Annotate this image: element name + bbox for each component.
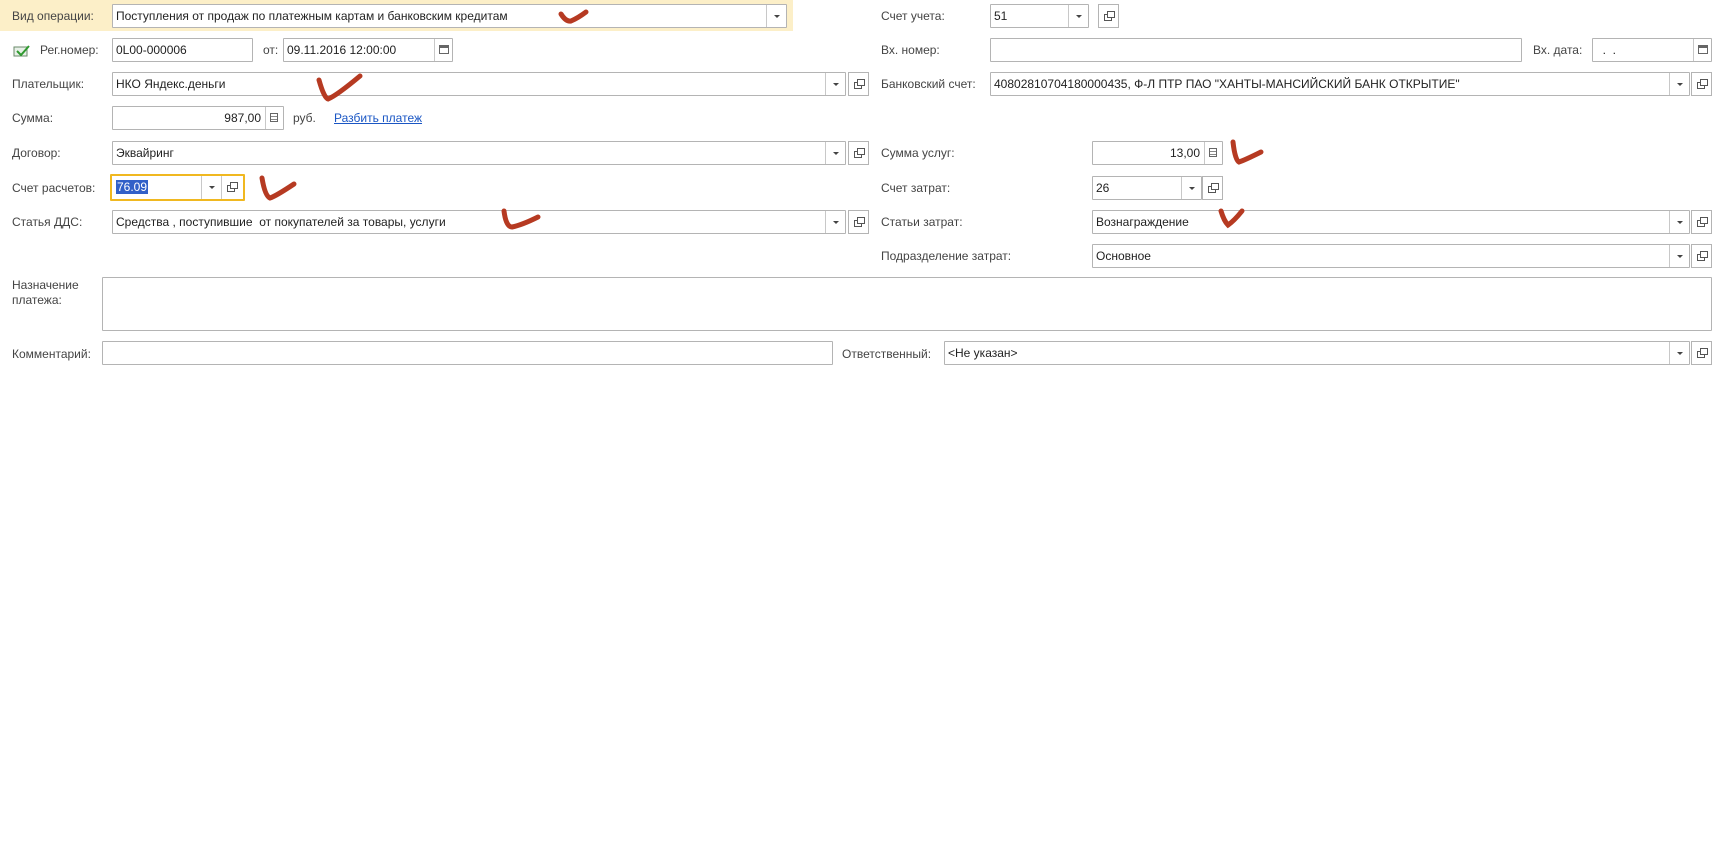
purpose-textarea[interactable]: [102, 277, 1712, 331]
division-value: Основное: [1096, 249, 1151, 263]
cost-items-open-button[interactable]: [1691, 210, 1712, 234]
sum-label: Сумма:: [12, 111, 54, 125]
cost-items-select[interactable]: Вознаграждение: [1092, 210, 1690, 234]
chevron-down-icon[interactable]: [1669, 245, 1689, 267]
in-date-value: . .: [1596, 43, 1630, 57]
responsible-label: Ответственный:: [842, 347, 932, 361]
calculator-icon[interactable]: [265, 107, 283, 129]
dds-select[interactable]: Средства , поступившие от покупателей за…: [112, 210, 846, 234]
services-sum-value: 13,00: [1169, 146, 1200, 160]
dds-open-button[interactable]: [848, 210, 869, 234]
sum-value: 987,00: [224, 111, 261, 125]
operation-type-value: Поступления от продаж по платежным карта…: [116, 9, 508, 23]
cost-items-label: Статьи затрат:: [881, 215, 963, 229]
settlement-open-button[interactable]: [221, 176, 243, 199]
chevron-down-icon[interactable]: [1068, 5, 1088, 27]
calendar-icon[interactable]: [1693, 39, 1711, 61]
payer-value: НКО Яндекс.деньги: [116, 77, 226, 91]
annotation-check-icon: [501, 208, 541, 230]
settlement-account-label: Счет расчетов:: [12, 181, 96, 195]
chevron-down-icon[interactable]: [201, 176, 221, 199]
annotation-check-icon: [1230, 139, 1264, 165]
date-field[interactable]: 09.11.2016 12:00:00: [283, 38, 453, 62]
division-open-button[interactable]: [1691, 244, 1712, 268]
contract-label: Договор:: [12, 146, 61, 160]
cost-account-label: Счет затрат:: [881, 181, 951, 195]
sum-field[interactable]: 987,00: [112, 106, 284, 130]
account-label: Счет учета:: [881, 9, 945, 23]
account-open-button[interactable]: [1098, 4, 1119, 28]
contract-select[interactable]: Эквайринг: [112, 141, 846, 165]
responsible-select[interactable]: <Не указан>: [944, 341, 1690, 365]
in-date-label: Вх. дата:: [1533, 43, 1583, 57]
services-sum-label: Сумма услуг:: [881, 146, 955, 160]
account-value: 51: [994, 9, 1008, 23]
reg-number-value: 0L00-000006: [116, 43, 187, 57]
payer-label: Плательщик:: [12, 77, 85, 91]
calendar-icon[interactable]: [434, 39, 452, 61]
settlement-account-value: 76.09: [116, 180, 149, 194]
division-select[interactable]: Основное: [1092, 244, 1690, 268]
date-value: 09.11.2016 12:00:00: [287, 43, 397, 57]
posted-check-icon: [13, 45, 30, 57]
currency-label: руб.: [293, 111, 316, 125]
split-payment-link[interactable]: Разбить платеж: [334, 111, 422, 125]
bank-account-select[interactable]: 40802810704180000435, Ф-Л ПТР ПАО "ХАНТЫ…: [990, 72, 1690, 96]
operation-type-select[interactable]: Поступления от продаж по платежным карта…: [112, 4, 787, 28]
cost-account-open-button[interactable]: [1202, 176, 1223, 200]
chevron-down-icon[interactable]: [1669, 211, 1689, 233]
responsible-value: <Не указан>: [948, 346, 1018, 360]
operation-type-label: Вид операции:: [12, 9, 94, 23]
contract-open-button[interactable]: [848, 141, 869, 165]
payer-open-button[interactable]: [848, 72, 869, 96]
chevron-down-icon[interactable]: [1669, 342, 1689, 364]
chevron-down-icon[interactable]: [1181, 177, 1201, 199]
account-select[interactable]: 51: [990, 4, 1089, 28]
reg-number-label: Рег.номер:: [40, 43, 99, 57]
in-number-field[interactable]: [990, 38, 1522, 62]
division-label: Подразделение затрат:: [881, 249, 1012, 263]
bank-account-value: 40802810704180000435, Ф-Л ПТР ПАО "ХАНТЫ…: [994, 77, 1460, 91]
responsible-open-button[interactable]: [1691, 341, 1712, 365]
purpose-label: Назначение платежа:: [12, 278, 79, 307]
calculator-icon[interactable]: [1204, 142, 1222, 164]
chevron-down-icon[interactable]: [825, 73, 845, 95]
services-sum-field[interactable]: 13,00: [1092, 141, 1223, 165]
cost-account-select[interactable]: 26: [1092, 176, 1202, 200]
annotation-check-icon: [558, 9, 589, 24]
annotation-check-icon: [1218, 208, 1245, 229]
cost-items-value: Вознаграждение: [1096, 215, 1189, 229]
bank-account-label: Банковский счет:: [881, 77, 976, 91]
bank-account-open-button[interactable]: [1691, 72, 1712, 96]
date-label: от:: [263, 43, 279, 57]
chevron-down-icon[interactable]: [825, 142, 845, 164]
in-date-field[interactable]: . .: [1592, 38, 1712, 62]
comment-label: Комментарий:: [12, 347, 91, 361]
chevron-down-icon[interactable]: [766, 5, 786, 27]
payer-select[interactable]: НКО Яндекс.деньги: [112, 72, 846, 96]
chevron-down-icon[interactable]: [1669, 73, 1689, 95]
cost-account-value: 26: [1096, 181, 1110, 195]
reg-number-field[interactable]: 0L00-000006: [112, 38, 253, 62]
settlement-account-select[interactable]: 76.09: [110, 174, 245, 201]
dds-value: Средства , поступившие от покупателей за…: [116, 215, 446, 229]
dds-label: Статья ДДС:: [12, 215, 83, 229]
comment-field[interactable]: [102, 341, 833, 365]
contract-value: Эквайринг: [116, 146, 174, 160]
annotation-check-icon: [259, 175, 297, 201]
annotation-check-icon: [316, 73, 363, 102]
in-number-label: Вх. номер:: [881, 43, 940, 57]
chevron-down-icon[interactable]: [825, 211, 845, 233]
